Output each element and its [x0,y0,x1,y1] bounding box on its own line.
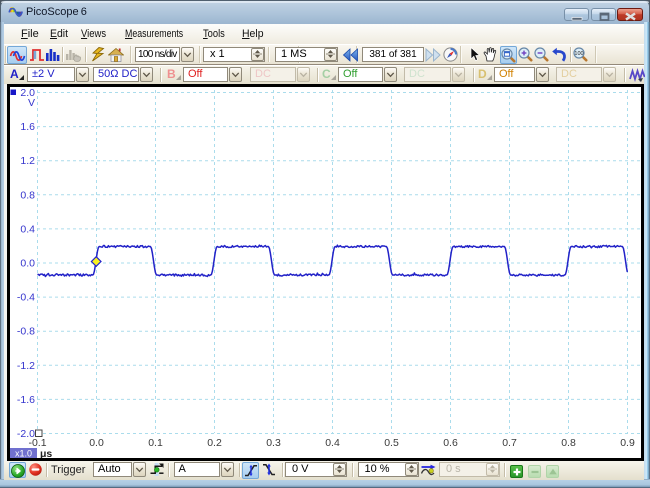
svg-text:100: 100 [574,51,583,57]
svg-text:V: V [28,97,35,109]
svg-text:x1.0: x1.0 [15,449,32,459]
svg-text:0.1: 0.1 [148,437,163,449]
svg-text:0.9: 0.9 [620,437,635,449]
svg-text:0.4: 0.4 [325,437,340,449]
svg-text:1.6: 1.6 [20,121,35,133]
svg-text:0.0: 0.0 [89,437,104,449]
svg-text:0.7: 0.7 [502,437,517,449]
svg-text:0.2: 0.2 [207,437,222,449]
svg-text:-0.8: -0.8 [17,326,35,338]
svg-text:0.8: 0.8 [20,189,35,201]
svg-text:0.8: 0.8 [561,437,576,449]
svg-text:0.3: 0.3 [266,437,281,449]
svg-text:0.0: 0.0 [20,258,35,270]
svg-text:0.6: 0.6 [443,437,458,449]
svg-text:0.4: 0.4 [20,223,35,235]
svg-text:0.5: 0.5 [384,437,399,449]
svg-text:-0.4: -0.4 [17,292,35,304]
svg-text:-1.6: -1.6 [17,394,35,406]
svg-text:1.2: 1.2 [20,155,35,167]
svg-text:-1.2: -1.2 [17,360,35,372]
svg-text:μs: μs [40,448,52,458]
